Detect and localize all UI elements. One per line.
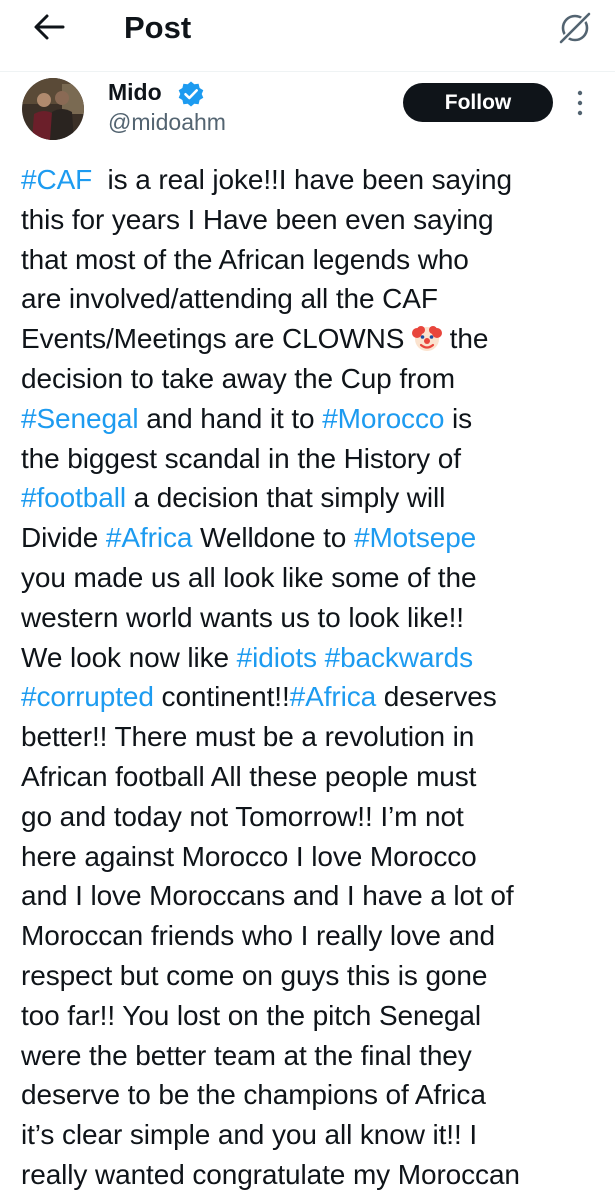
post-text-segment: decision to take away the Cup from — [21, 362, 455, 394]
post-text-segment: that most of the African legends who — [21, 243, 469, 275]
post-text-line: this for years I Have been even saying — [21, 200, 611, 240]
post-text-line: are involved/attending all the CAF — [21, 279, 611, 319]
post-text-line: and I love Moroccans and I have a lot of — [21, 876, 611, 916]
post-text-segment: Events/Meetings are CLOWNS — [21, 323, 412, 355]
post-text-line: too far!! You lost on the pitch Senegal — [21, 996, 611, 1036]
clown-face-icon — [412, 323, 442, 353]
post-text-segment: you made us all look like some of the — [21, 561, 477, 593]
post-text-segment: here against Morocco I love Morocco — [21, 840, 477, 872]
post-text-line: Divide #Africa Welldone to #Motsepe — [21, 518, 611, 558]
post-text-segment: is a real joke!!I have been saying — [92, 164, 513, 195]
author-handle[interactable]: @midoahm — [108, 109, 226, 136]
arrow-left-icon[interactable] — [32, 10, 66, 44]
post-text-line: the biggest scandal in the History of — [21, 439, 611, 479]
hashtag-link[interactable]: #backwards — [325, 642, 474, 673]
post-text-segment: are involved/attending all the CAF — [21, 283, 438, 315]
post-text-line: #CAF is a real joke!!I have been saying — [21, 160, 611, 200]
post-text-segment: the biggest scandal in the History of — [21, 442, 461, 474]
hashtag-link[interactable]: #Senegal — [21, 403, 139, 434]
post-text-line: really wanted congratulate my Moroccan — [21, 1155, 611, 1195]
post-text-segment: really wanted congratulate my Moroccan — [21, 1158, 520, 1190]
post-text-line: African football All these people must — [21, 757, 611, 797]
post-text: #CAF is a real joke!!I have been saying t… — [21, 160, 611, 1195]
post-text-segment: We look now like — [21, 641, 237, 673]
post-text-segment: and I love Moroccans and I have a lot of — [21, 880, 514, 912]
post-text-line: Moroccan friends who I really love and — [21, 916, 611, 956]
post-text-segment: the — [442, 323, 489, 355]
post-text-segment: it’s clear simple and you all know it!! … — [21, 1119, 478, 1151]
page-title: Post — [124, 10, 192, 45]
post-text-segment: too far!! You lost on the pitch Senegal — [21, 999, 482, 1031]
author-display-name[interactable]: Mido — [108, 79, 162, 106]
hashtag-link[interactable]: #Motsepe — [354, 522, 476, 553]
avatar[interactable] — [22, 78, 84, 140]
post-text-line: We look now like #idiots #backwards — [21, 638, 611, 678]
post-text-line: were the better team at the final they — [21, 1036, 611, 1076]
hashtag-link[interactable]: #football — [21, 482, 126, 513]
post-text-segment: western world wants us to look like!! — [21, 601, 464, 633]
post-text-segment: and hand it to — [138, 402, 323, 434]
post-text-line: it’s clear simple and you all know it!! … — [21, 1115, 611, 1155]
post-text-segment: go and today not Tomorrow!! I’m not — [21, 800, 464, 832]
post-text-line: #football a decision that simply will — [21, 478, 611, 518]
post-text-line: #corrupted continent!!#Africa deserves — [21, 677, 611, 717]
more-options-icon[interactable] — [570, 86, 590, 120]
post-text-segment: Moroccan friends who I really love and — [21, 920, 495, 952]
post-text-segment: were the better team at the final they — [21, 1039, 472, 1071]
post-text-line: respect but come on guys this is gone — [21, 956, 611, 996]
post-text-segment: respect but come on guys this is gone — [21, 959, 488, 991]
hashtag-link[interactable]: #Africa — [106, 522, 193, 553]
post-text-line: better!! There must be a revolution in — [21, 717, 611, 757]
post-text-line: you made us all look like some of the — [21, 558, 611, 598]
post-text-line: western world wants us to look like!! — [21, 598, 611, 638]
post-text-segment: this for years I Have been even saying — [21, 203, 494, 235]
header-divider — [0, 71, 615, 72]
follow-button[interactable]: Follow — [403, 83, 553, 122]
post-text-line: here against Morocco I love Morocco — [21, 837, 611, 877]
post-text-segment: better!! There must be a revolution in — [21, 721, 475, 753]
post-text-line: go and today not Tomorrow!! I’m not — [21, 797, 611, 837]
hashtag-link[interactable]: #corrupted — [21, 681, 154, 712]
hashtag-link[interactable]: #Africa — [290, 681, 377, 712]
post-text-segment: is — [444, 402, 473, 434]
post-text-line: Events/Meetings are CLOWNS the — [21, 319, 611, 359]
post-text-line: deserve to be the champions of Africa — [21, 1075, 611, 1115]
post-text-line: #Senegal and hand it to #Morocco is — [21, 399, 611, 439]
post-text-segment: Welldone to — [192, 522, 354, 554]
post-text-segment: African football All these people must — [21, 760, 477, 792]
verified-badge-icon — [178, 81, 204, 107]
post-text-segment: a decision that simply will — [125, 482, 446, 514]
post-text-segment — [317, 642, 325, 673]
post-text-segment: deserves — [376, 681, 497, 713]
post-text-line: that most of the African legends who — [21, 240, 611, 280]
post-text-segment: Divide — [21, 522, 106, 554]
hashtag-link[interactable]: #idiots — [237, 642, 317, 673]
hashtag-link[interactable]: #CAF — [21, 164, 92, 195]
top-bar: Post — [0, 0, 615, 58]
hashtag-link[interactable]: #Morocco — [322, 403, 444, 434]
post-text-line: decision to take away the Cup from — [21, 359, 611, 399]
post-text-segment: continent!! — [153, 681, 290, 713]
post-text-segment: deserve to be the champions of Africa — [21, 1079, 486, 1111]
grok-icon[interactable] — [553, 6, 597, 50]
